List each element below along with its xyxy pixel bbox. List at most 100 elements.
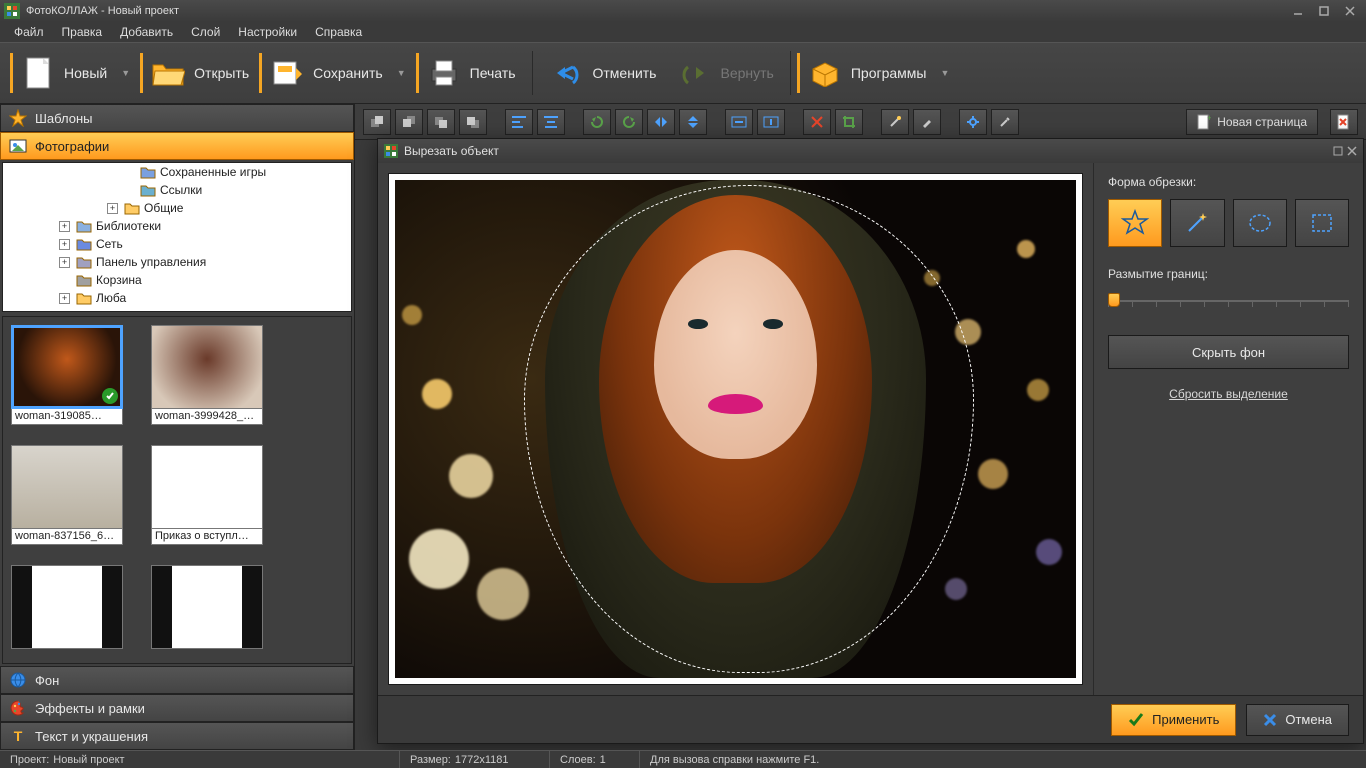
maximize-button[interactable]	[1312, 3, 1336, 19]
box-icon	[807, 55, 843, 91]
left-panel: Шаблоны Фотографии Сохраненные игрыСсылк…	[0, 104, 355, 750]
tree-item[interactable]: Сохраненные игры	[3, 163, 351, 181]
close-button[interactable]	[1338, 3, 1362, 19]
rotate-left-icon[interactable]	[583, 109, 611, 135]
save-icon	[269, 55, 305, 91]
wand-icon[interactable]	[881, 109, 909, 135]
folder-tree[interactable]: Сохраненные игрыСсылки+Общие+Библиотеки+…	[2, 162, 352, 312]
fit-height-icon[interactable]	[757, 109, 785, 135]
thumbnail-item[interactable]	[11, 565, 123, 649]
rotate-right-icon[interactable]	[615, 109, 643, 135]
eyedropper-icon[interactable]	[991, 109, 1019, 135]
print-button[interactable]: Печать	[416, 49, 526, 97]
align-left-icon[interactable]	[505, 109, 533, 135]
thumbnail-item[interactable]	[151, 565, 263, 649]
cut-object-dialog: Вырезать объект	[377, 138, 1364, 744]
text-icon: T	[9, 727, 27, 745]
cut-canvas[interactable]	[388, 173, 1083, 685]
delete-icon[interactable]	[803, 109, 831, 135]
selection-outline[interactable]	[524, 185, 973, 673]
programs-button[interactable]: Программы▼	[797, 49, 960, 97]
reset-selection-link[interactable]: Сбросить выделение	[1108, 387, 1349, 401]
layer-down-icon[interactable]	[459, 109, 487, 135]
align-center-icon[interactable]	[537, 109, 565, 135]
shape-rect-button[interactable]	[1295, 199, 1349, 247]
new-page-button[interactable]: + Новая страница	[1186, 109, 1318, 135]
slider-handle[interactable]	[1108, 293, 1120, 307]
shape-ellipse-button[interactable]	[1233, 199, 1287, 247]
photo-icon	[9, 137, 27, 155]
dialog-title-bar[interactable]: Вырезать объект	[378, 139, 1363, 163]
svg-text:+: +	[1207, 114, 1211, 123]
tree-item[interactable]: +Люба	[3, 289, 351, 307]
thumbnail-item[interactable]: woman-319085…	[11, 325, 123, 425]
status-project-label: Проект:	[10, 754, 49, 766]
menu-settings[interactable]: Настройки	[230, 23, 305, 41]
tree-expand-icon[interactable]: +	[59, 239, 70, 250]
hide-background-button[interactable]: Скрыть фон	[1108, 335, 1349, 369]
tree-expand-icon[interactable]: +	[59, 293, 70, 304]
undo-icon	[549, 55, 585, 91]
accordion-photos[interactable]: Фотографии	[0, 132, 354, 160]
app-icon	[4, 3, 20, 19]
star-icon	[9, 109, 27, 127]
layer-back-icon[interactable]	[395, 109, 423, 135]
status-project-value: Новый проект	[53, 754, 124, 766]
menu-edit[interactable]: Правка	[54, 23, 111, 41]
thumbnail-item[interactable]: woman-3999428_…	[151, 325, 263, 425]
save-button[interactable]: Сохранить▼	[259, 49, 416, 97]
cancel-button[interactable]: Отмена	[1246, 704, 1349, 736]
accordion-templates[interactable]: Шаблоны	[0, 104, 354, 132]
globe-icon	[9, 671, 27, 689]
dialog-maximize-button[interactable]	[1333, 146, 1343, 156]
blur-slider[interactable]	[1108, 291, 1349, 311]
crop-icon[interactable]	[835, 109, 863, 135]
printer-icon	[426, 55, 462, 91]
new-button[interactable]: Новый▼	[10, 49, 140, 97]
tree-item[interactable]: +Панель управления	[3, 253, 351, 271]
page-delete-icon[interactable]	[1330, 109, 1358, 135]
minimize-button[interactable]	[1286, 3, 1310, 19]
flip-v-icon[interactable]	[679, 109, 707, 135]
redo-button[interactable]: Вернуть	[666, 49, 783, 97]
apply-button[interactable]: Применить	[1111, 704, 1236, 736]
tree-item[interactable]: +Библиотеки	[3, 217, 351, 235]
accordion-text[interactable]: T Текст и украшения	[0, 722, 354, 750]
status-size-label: Размер:	[410, 754, 451, 766]
page-plus-icon: +	[1197, 114, 1211, 130]
layer-up-icon[interactable]	[427, 109, 455, 135]
menu-layer[interactable]: Слой	[183, 23, 228, 41]
layer-front-icon[interactable]	[363, 109, 391, 135]
thumbnail-item[interactable]: Приказ о вступл…	[151, 445, 263, 545]
menu-help[interactable]: Справка	[307, 23, 370, 41]
fit-width-icon[interactable]	[725, 109, 753, 135]
title-bar: ФотоКОЛЛАЖ - Новый проект	[0, 0, 1366, 22]
dialog-footer: Применить Отмена	[378, 695, 1363, 743]
close-icon	[1263, 713, 1277, 727]
tree-item[interactable]: Ссылки	[3, 181, 351, 199]
menu-file[interactable]: Файл	[6, 23, 52, 41]
tree-expand-icon[interactable]: +	[59, 221, 70, 232]
shape-magic-button[interactable]	[1170, 199, 1224, 247]
tree-expand-icon[interactable]: +	[59, 257, 70, 268]
tree-item[interactable]: +Общие	[3, 199, 351, 217]
thumbnail-grid[interactable]: woman-319085… woman-3999428_… woman-837156…	[2, 316, 352, 664]
accordion-effects[interactable]: Эффекты и рамки	[0, 694, 354, 722]
gear-icon[interactable]	[959, 109, 987, 135]
folder-open-icon	[150, 55, 186, 91]
brush-icon[interactable]	[913, 109, 941, 135]
status-size-value: 1772x1181	[455, 754, 509, 766]
thumbnail-item[interactable]: woman-837156_6…	[11, 445, 123, 545]
menu-add[interactable]: Добавить	[112, 23, 181, 41]
open-button[interactable]: Открыть	[140, 49, 259, 97]
undo-button[interactable]: Отменить	[539, 49, 667, 97]
shape-freehand-button[interactable]	[1108, 199, 1162, 247]
tree-item[interactable]: +Сеть	[3, 235, 351, 253]
flip-h-icon[interactable]	[647, 109, 675, 135]
dialog-close-button[interactable]	[1347, 146, 1357, 156]
accordion-background[interactable]: Фон	[0, 666, 354, 694]
tree-item[interactable]: Корзина	[3, 271, 351, 289]
tree-expand-icon[interactable]: +	[107, 203, 118, 214]
app-icon	[384, 144, 398, 158]
svg-text:T: T	[14, 728, 23, 744]
